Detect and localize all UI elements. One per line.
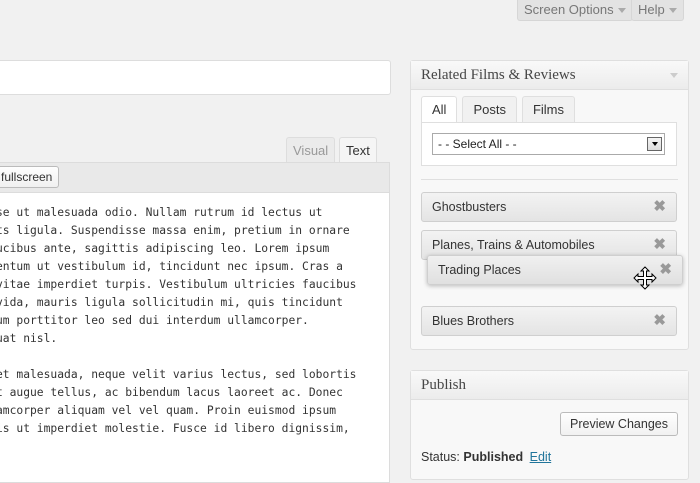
remove-icon[interactable]: ✖ (659, 256, 672, 284)
move-cursor-icon (633, 266, 657, 290)
editor-line: vitae imperdiet turpis. Vestibulum ultri… (0, 278, 357, 291)
related-films-header[interactable]: Related Films & Reviews (411, 61, 688, 90)
editor-line: t augue tellus, ac bibendum lacus laoree… (0, 386, 343, 399)
dropdown-arrow-icon[interactable] (647, 137, 662, 151)
edit-status-link[interactable]: Edit (530, 450, 552, 464)
related-films-title: Related Films & Reviews (421, 67, 576, 83)
editor-line: se ut malesuada odio. Nullam rutrum id l… (0, 206, 323, 219)
fullscreen-button[interactable]: fullscreen (0, 166, 60, 188)
related-tabs: All Posts Films (421, 96, 580, 123)
related-item-label: Ghostbusters (432, 200, 507, 214)
help-label: Help (638, 2, 665, 17)
chevron-down-icon (668, 7, 677, 13)
screen-options-tab[interactable]: Screen Options (517, 0, 633, 21)
editor-line: et malesuada, neque velit varius lectus,… (0, 368, 357, 381)
toggle-arrow-icon[interactable] (670, 73, 678, 78)
post-status: Status: Published Edit (421, 450, 551, 464)
remove-icon[interactable]: ✖ (653, 193, 666, 221)
status-value: Published (463, 450, 524, 464)
related-item-label: Planes, Trains & Automobiles (432, 238, 595, 252)
editor-line: um porttitor leo sed dui interdum ullamc… (0, 314, 309, 327)
select-value: - - Select All - - (438, 137, 517, 151)
post-title-input[interactable] (0, 60, 391, 95)
editor-line: uat nisl. (0, 332, 58, 345)
divider (421, 179, 678, 180)
editor-line: entum ut vestibulum id, tincidunt nec ip… (0, 260, 343, 273)
tab-all[interactable]: All (421, 96, 458, 123)
editor-line: amcorper aliquam vel vel quam. Proin eui… (0, 404, 337, 417)
tab-films[interactable]: Films (521, 96, 576, 123)
help-tab[interactable]: Help (631, 0, 684, 21)
status-label: Status: (421, 450, 460, 464)
editor-line: is ut imperdiet molestie. Fusce id liber… (0, 422, 350, 435)
post-content-textarea[interactable]: se ut malesuada odio. Nullam rutrum id l… (0, 193, 390, 483)
editor-line: ts ligula. Suspendisse massa enim, preti… (0, 224, 350, 237)
publish-header[interactable]: Publish (411, 371, 688, 400)
tab-posts[interactable]: Posts (462, 96, 517, 123)
screen-options-label: Screen Options (524, 2, 614, 17)
editor-line: ucibus ante, sagittis adipiscing leo. Lo… (0, 242, 330, 255)
related-item-ghostbusters[interactable]: Ghostbusters ✖ (421, 192, 677, 222)
select-all-dropdown[interactable]: - - Select All - - (432, 133, 665, 155)
preview-changes-button[interactable]: Preview Changes (560, 412, 678, 436)
chevron-down-icon (617, 7, 626, 13)
related-item-label: Blues Brothers (432, 314, 514, 328)
publish-title: Publish (421, 377, 467, 393)
editor-line: vida, mauris ligula sollicitudin mi, qui… (0, 296, 343, 309)
remove-icon[interactable]: ✖ (653, 307, 666, 335)
tab-text[interactable]: Text (339, 137, 377, 164)
tab-visual[interactable]: Visual (286, 137, 336, 163)
related-item-blues-brothers[interactable]: Blues Brothers ✖ (421, 306, 677, 336)
related-item-label: Trading Places (438, 263, 521, 277)
